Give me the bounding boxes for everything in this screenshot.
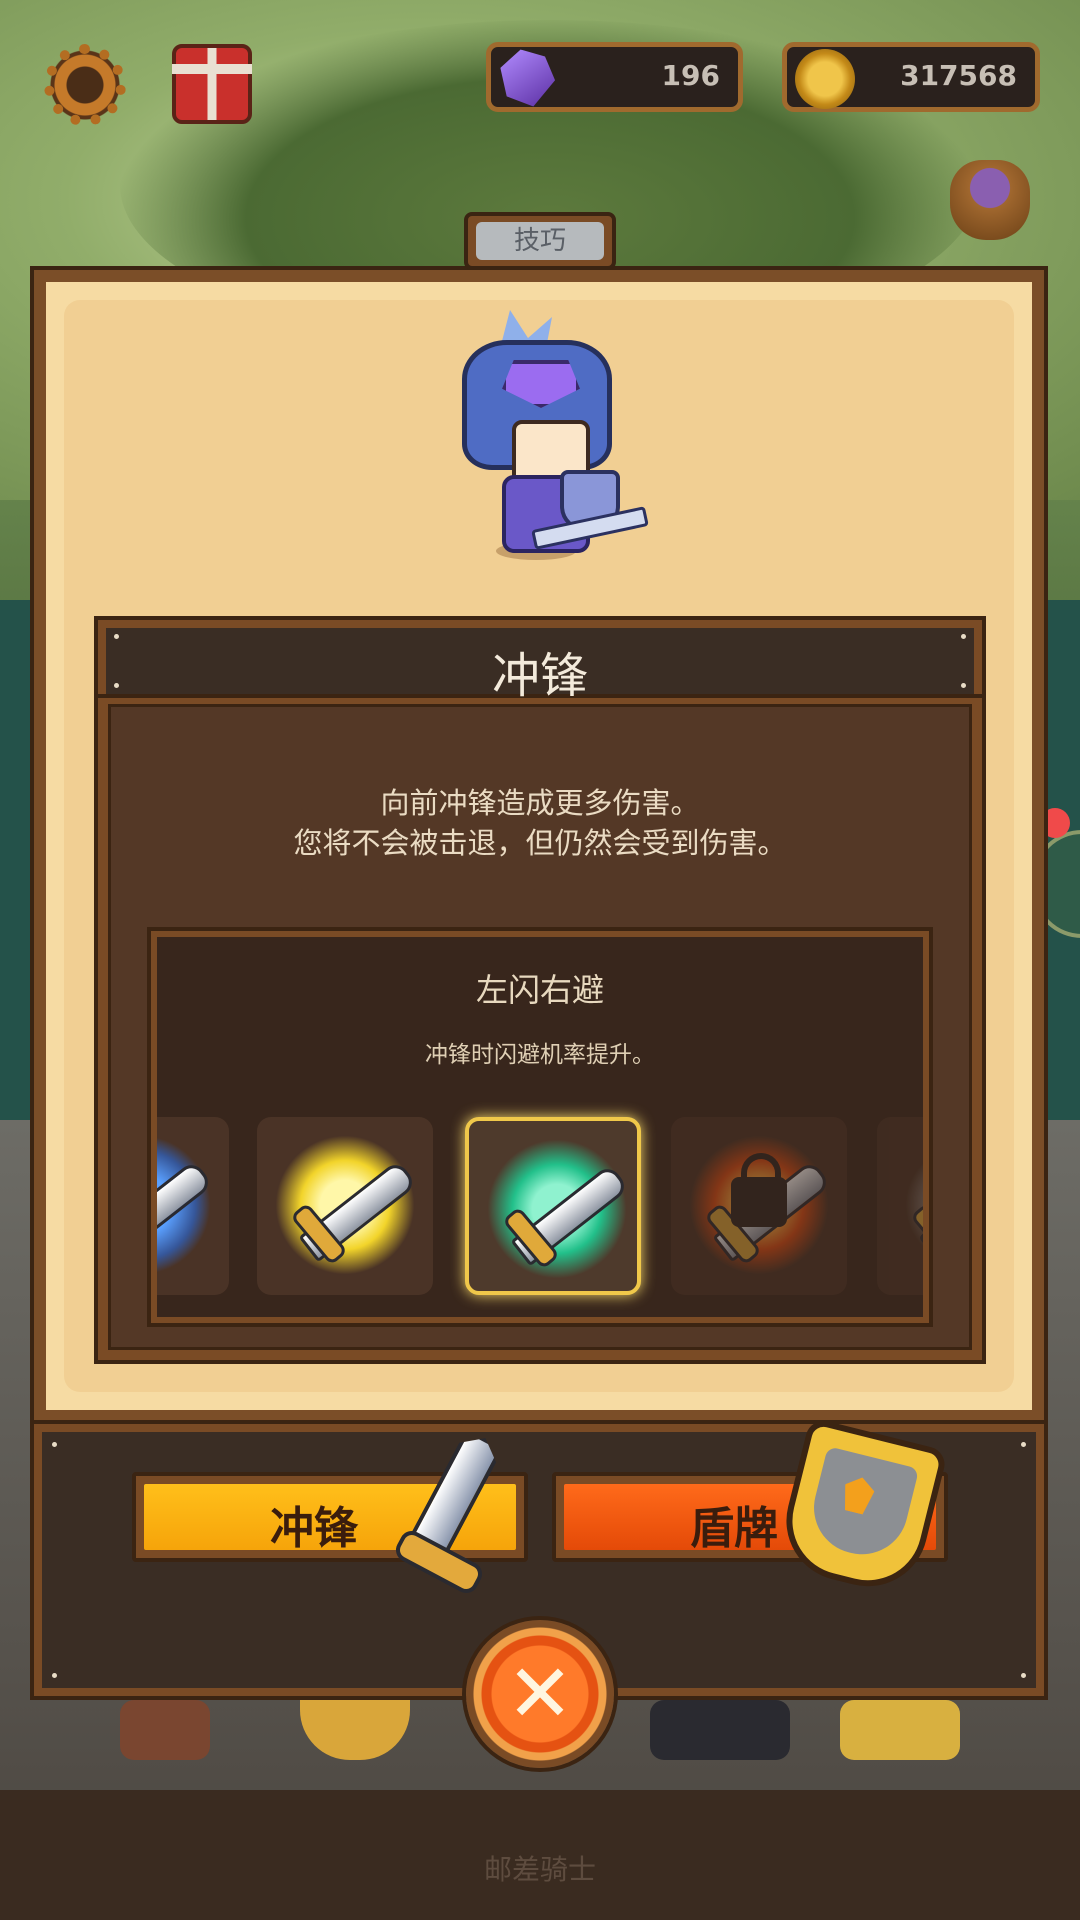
speed-sword-icon (895, 1135, 923, 1275)
coin-counter: 317568 (782, 42, 1040, 112)
knight-hero-portrait (452, 310, 649, 570)
gift-box-icon[interactable] (172, 44, 252, 124)
upgrade-card-golden-burst[interactable] (257, 1117, 433, 1295)
tab-skills[interactable]: 技巧 (464, 212, 616, 270)
coin-count: 317568 (900, 59, 1017, 92)
sword-icon (380, 1420, 520, 1600)
gem-counter: 196 (486, 42, 743, 112)
close-icon: ✕ (506, 1647, 574, 1740)
loot-bag-icon[interactable] (950, 160, 1030, 240)
upgrade-description: 冲锋时闪避机率提升。 (425, 1042, 655, 1068)
upgrade-card-green-swirl[interactable] (465, 1117, 641, 1295)
settings-gear-icon[interactable] (42, 42, 128, 128)
skill-body: 向前冲锋造成更多伤害。 您将不会被击退，但仍然会受到伤害。 左闪右避 冲锋时闪避… (94, 698, 986, 1364)
lock-icon (731, 1153, 787, 1227)
upgrade-card-row (157, 1117, 923, 1297)
upgrade-box: 左闪右避 冲锋时闪避机率提升。 (147, 927, 933, 1327)
skill-header: 冲锋 (94, 616, 986, 704)
game-title-footer: 邮差骑士 (483, 1853, 596, 1886)
gem-icon (495, 47, 560, 110)
gem-count: 196 (661, 59, 720, 92)
upgrade-card-blue-wave[interactable] (157, 1117, 229, 1295)
potion-dagger-prop (650, 1700, 790, 1760)
upgrade-title: 左闪右避 (475, 971, 604, 1009)
upgrade-card-speed[interactable] (877, 1117, 923, 1295)
book-prop (120, 1700, 210, 1760)
skill-title: 冲锋 (491, 648, 588, 704)
skill-description: 向前冲锋造成更多伤害。 您将不会被击退，但仍然会受到伤害。 (293, 786, 787, 860)
coin-icon (795, 49, 855, 109)
tab-skills-label: 技巧 (476, 222, 604, 260)
coins-gem-prop (840, 1700, 960, 1760)
upgrade-card-locked-explosion[interactable] (671, 1117, 847, 1295)
close-button[interactable]: ✕ (466, 1620, 614, 1768)
